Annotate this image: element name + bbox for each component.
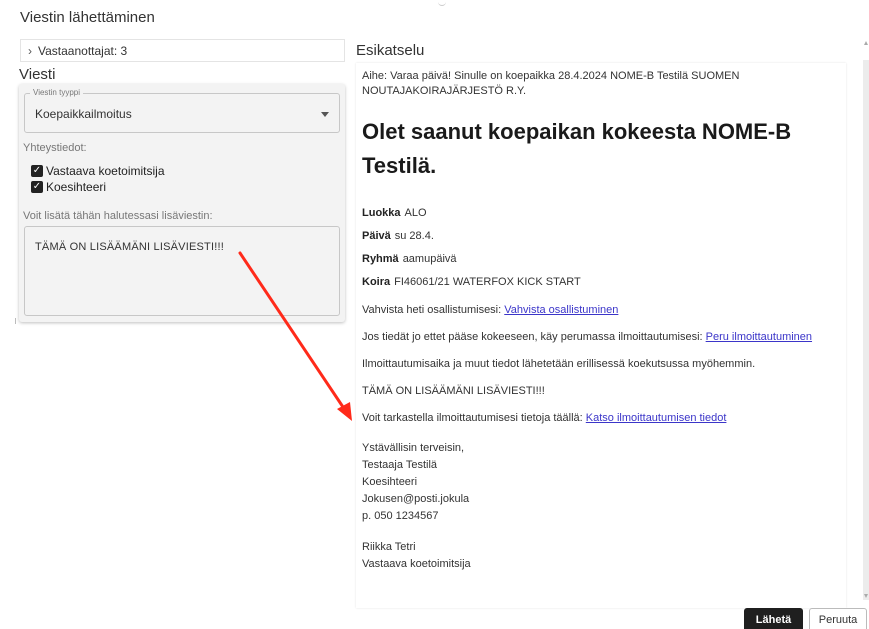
info-row: Päivä su 28.4. bbox=[362, 230, 434, 242]
contact-checkbox-koetoimitsija[interactable]: ✓ Vastaava koetoimitsija bbox=[31, 164, 165, 178]
scrollbar[interactable] bbox=[863, 60, 869, 600]
cancel-button[interactable]: Peruuta bbox=[809, 608, 867, 629]
recipients-accordion[interactable]: › Vastaanottajat: 3 bbox=[20, 39, 345, 62]
preview-title: Esikatselu bbox=[356, 42, 425, 59]
info-row: Luokka ALO bbox=[362, 207, 427, 219]
view-registration-link[interactable]: Katso ilmoittautumisen tiedot bbox=[586, 412, 727, 424]
confirm-link[interactable]: Vahvista osallistuminen bbox=[504, 304, 618, 316]
chevron-right-icon: › bbox=[28, 43, 32, 58]
extra-message-preview: TÄMÄ ON LISÄÄMÄNI LISÄVIESTI!!! bbox=[362, 385, 545, 397]
info-row: Ryhmä aamupäivä bbox=[362, 253, 457, 265]
email-headline: Olet saanut koepaikan kokeesta NOME-B Te… bbox=[362, 119, 792, 178]
contact-label: Yhteystiedot: bbox=[23, 142, 87, 154]
drag-handle-icon bbox=[438, 0, 446, 6]
email-preview: Aihe: Varaa päivä! Sinulle on koepaikka … bbox=[356, 63, 846, 608]
email-subject: Aihe: Varaa päivä! Sinulle on koepaikka … bbox=[362, 70, 740, 97]
cancel-paragraph: Jos tiedät jo ettet pääse kokeeseen, käy… bbox=[362, 331, 813, 343]
info-paragraph: Ilmoittautumisaika ja muut tiedot lähete… bbox=[362, 358, 756, 370]
recipients-label: Vastaanottajat: 3 bbox=[38, 43, 128, 58]
info-table: Luokka ALO Päivä su 28.4. Ryhmä aamupäivä K… bbox=[362, 205, 840, 297]
message-section-title: Viesti bbox=[19, 66, 56, 83]
info-row: Koira FI46061/21 WATERFOX KICK START bbox=[362, 276, 581, 288]
checkbox-checked-icon[interactable]: ✓ bbox=[31, 181, 43, 193]
checkbox-checked-icon[interactable]: ✓ bbox=[31, 165, 43, 177]
caret-down-icon bbox=[321, 112, 329, 117]
send-button[interactable]: Lähetä bbox=[744, 608, 803, 629]
message-type-select[interactable]: Viestin tyyppi Koepaikkailmoitus bbox=[24, 88, 340, 133]
message-type-legend: Viestin tyyppi bbox=[30, 88, 83, 97]
contact-checkbox-label: Koesihteeri bbox=[46, 180, 107, 194]
dialog-title: Viestin lähettäminen bbox=[20, 9, 155, 26]
scroll-down-icon[interactable] bbox=[864, 594, 868, 598]
cancel-registration-link[interactable]: Peru ilmoittautuminen bbox=[706, 331, 812, 343]
signature-block-2: Riikka Tetri Vastaava koetoimitsija bbox=[362, 541, 471, 570]
contact-checkbox-label: Vastaava koetoimitsija bbox=[46, 164, 165, 178]
message-panel: Viestin tyyppi Koepaikkailmoitus Yhteyst… bbox=[19, 84, 345, 322]
contact-checkbox-koesihteeri[interactable]: ✓ Koesihteeri bbox=[31, 180, 106, 194]
view-paragraph: Voit tarkastella ilmoittautumisesi tieto… bbox=[362, 412, 727, 424]
signature-block: Ystävällisin terveisin, Testaaja Testilä… bbox=[362, 442, 470, 522]
confirm-paragraph: Vahvista heti osallistumisesi: Vahvista … bbox=[362, 304, 619, 316]
extra-message-textarea[interactable]: TÄMÄ ON LISÄÄMÄNI LISÄVIESTI!!! bbox=[24, 226, 340, 316]
extra-message-label: Voit lisätä tähän halutessasi lisäviesti… bbox=[23, 210, 213, 222]
message-type-value: Koepaikkailmoitus bbox=[35, 107, 132, 121]
divider bbox=[15, 318, 16, 324]
scroll-up-icon[interactable] bbox=[864, 41, 868, 45]
